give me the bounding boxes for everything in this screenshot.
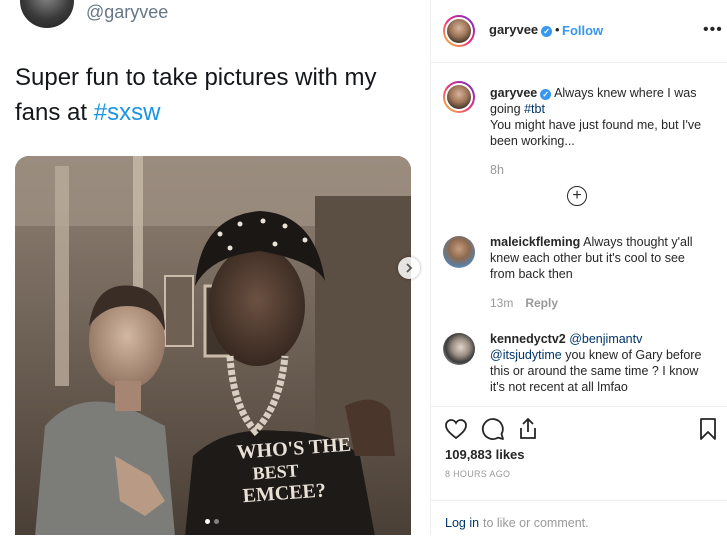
- comment-text: maleickfleming Always thought y'all knew…: [490, 234, 704, 282]
- save-button[interactable]: [696, 417, 720, 441]
- commenter-avatar[interactable]: [443, 236, 475, 268]
- verified-badge-icon: ✓: [540, 89, 552, 100]
- comment-item: maleickfleming Always thought y'all knew…: [443, 230, 723, 310]
- login-prompt: Log in to like or comment.: [431, 500, 727, 537]
- post-sidebar: garyvee ✓ • Follow ••• garyvee ✓ Always kn…: [430, 0, 727, 535]
- comments-list: garyvee ✓ Always knew where I was going #…: [431, 62, 727, 406]
- commenter-avatar[interactable]: [443, 333, 475, 365]
- bookmark-icon: [700, 418, 716, 440]
- caption-text: garyvee ✓ Always knew where I was going #…: [490, 85, 704, 149]
- more-options-icon[interactable]: •••: [703, 21, 723, 39]
- caption-time: 8h: [490, 163, 504, 177]
- login-prompt-text: to like or comment.: [483, 516, 589, 530]
- shirt-text-line2: BEST: [252, 460, 299, 483]
- tweet-avatar: [20, 0, 74, 28]
- heart-icon: [445, 419, 467, 440]
- chevron-right-icon: [406, 263, 413, 273]
- comment-bubble-icon: [481, 418, 504, 440]
- comment-mention[interactable]: @itsjudytime: [490, 348, 562, 362]
- comment-button[interactable]: [481, 417, 505, 441]
- reply-button[interactable]: Reply: [525, 296, 558, 310]
- comment-item: kennedyctv2 @benjimantv @itsjudytime you …: [443, 327, 723, 406]
- caption: garyvee ✓ Always knew where I was going #…: [443, 75, 723, 185]
- header-avatar[interactable]: [443, 15, 475, 47]
- header-username[interactable]: garyvee ✓: [489, 22, 553, 37]
- post-timestamp: 8 HOURS AGO: [445, 469, 511, 479]
- carousel-next-button[interactable]: [398, 257, 420, 279]
- caption-avatar[interactable]: [443, 81, 475, 113]
- login-link[interactable]: Log in: [445, 516, 479, 530]
- follow-button[interactable]: Follow: [562, 23, 603, 38]
- load-more-comments-icon[interactable]: +: [567, 186, 587, 206]
- caption-hashtag[interactable]: #tbt: [524, 102, 545, 116]
- comment-meta: 13m Reply: [490, 296, 558, 310]
- comment-username[interactable]: maleickfleming: [490, 235, 580, 249]
- tweet-hashtag[interactable]: #sxsw: [94, 99, 161, 126]
- caption-body-2: You might have just found me, but I've b…: [490, 118, 702, 148]
- like-count[interactable]: 109,883 likes: [445, 447, 525, 462]
- post-actions: 109,883 likes 8 HOURS AGO Log in to like…: [431, 406, 727, 536]
- carousel-dot: [214, 519, 219, 524]
- tweet-text-main: Super fun to take pictures with my fans …: [15, 64, 377, 126]
- avatar-image: [445, 17, 473, 45]
- header-username-label: garyvee: [489, 22, 539, 37]
- header-separator: •: [555, 22, 560, 37]
- carousel-dot: [205, 519, 210, 524]
- media-panel: @garyvee Super fun to take pictures with…: [0, 0, 430, 535]
- caption-username[interactable]: garyvee: [490, 86, 537, 100]
- comment-text: kennedyctv2 @benjimantv @itsjudytime you …: [490, 331, 704, 395]
- carousel-indicator: [205, 519, 219, 524]
- share-upload-icon: [520, 417, 536, 439]
- like-button[interactable]: [444, 417, 468, 441]
- tweet-text: Super fun to take pictures with my fans …: [15, 60, 415, 130]
- avatar-image: [445, 83, 473, 111]
- post-photo[interactable]: WHO'S THE BEST EMCEE?: [15, 156, 411, 535]
- comment-time: 13m: [490, 296, 514, 310]
- verified-badge-icon: ✓: [541, 26, 553, 37]
- photo-illustration: WHO'S THE BEST EMCEE?: [15, 156, 411, 535]
- comment-mention[interactable]: @benjimantv: [569, 332, 642, 346]
- share-button[interactable]: [516, 417, 540, 441]
- comment-username[interactable]: kennedyctv2: [490, 332, 566, 346]
- tweet-handle: @garyvee: [86, 2, 169, 22]
- post-header: garyvee ✓ • Follow •••: [431, 0, 727, 63]
